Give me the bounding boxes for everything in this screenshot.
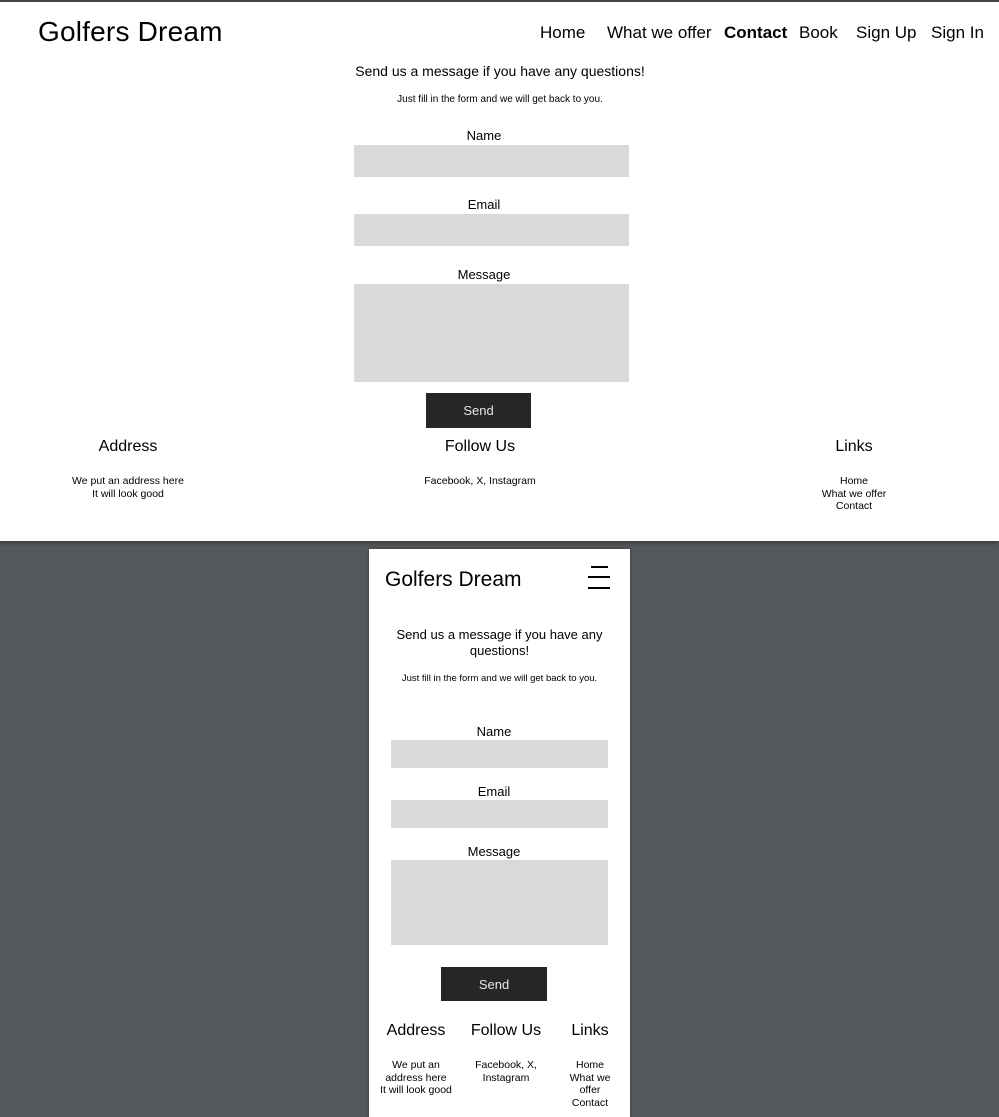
mobile-footer-address: We put an address here It will look good [371, 1059, 461, 1097]
desktop-frame: Golfers Dream Home What we offer Contact… [0, 0, 999, 541]
email-input[interactable] [354, 214, 629, 246]
footer-link-contact[interactable]: Contact [784, 500, 924, 513]
mobile-footer-link-what-we-offer[interactable]: offer [560, 1084, 620, 1097]
nav-what-we-offer[interactable]: What we offer [607, 23, 712, 43]
mobile-social-line[interactable]: Facebook, X, [466, 1059, 546, 1072]
mobile-message-label: Message [467, 844, 521, 859]
footer-link-home[interactable]: Home [784, 475, 924, 488]
mobile-contact-heading: Send us a message if you have any questi… [396, 627, 603, 658]
message-label: Message [457, 267, 511, 282]
mobile-footer-link-home[interactable]: Home [560, 1059, 620, 1072]
footer-address: We put an address here It will look good [38, 475, 218, 500]
footer-follow-title: Follow Us [444, 438, 516, 455]
mobile-footer-follow-title: Follow Us [470, 1022, 542, 1039]
mobile-frame: Golfers Dream Send us a message if you h… [369, 549, 630, 1117]
hamburger-line [588, 587, 610, 589]
footer-address-line: We put an address here [72, 475, 184, 487]
hamburger-line [591, 566, 608, 568]
mobile-brand-logo[interactable]: Golfers Dream [385, 568, 522, 592]
mobile-email-label: Email [477, 784, 511, 799]
message-textarea[interactable] [354, 284, 629, 382]
footer-links-title: Links [835, 438, 873, 455]
contact-subheading: Just fill in the form and we will get ba… [397, 94, 603, 105]
footer-address-line: It will look good [92, 487, 164, 500]
email-label: Email [467, 197, 501, 212]
mobile-footer-links-title: Links [571, 1022, 609, 1039]
name-input[interactable] [354, 145, 629, 177]
mobile-contact-subheading: Just fill in the form and we will get ba… [401, 673, 598, 684]
nav-sign-in[interactable]: Sign In [931, 23, 984, 43]
mobile-footer-link-what-we-offer[interactable]: What we [560, 1072, 620, 1085]
mobile-footer-address-line: It will look good [380, 1084, 452, 1096]
mobile-social-line[interactable]: Instagram [466, 1072, 546, 1085]
nav-home[interactable]: Home [540, 23, 585, 43]
mobile-footer-link-contact[interactable]: Contact [560, 1097, 620, 1110]
footer-address-title: Address [98, 438, 158, 455]
footer-social-links[interactable]: Facebook, X, Instagram [380, 475, 580, 488]
nav-book[interactable]: Book [799, 23, 838, 43]
hamburger-line [588, 576, 610, 578]
mobile-name-label: Name [476, 724, 512, 739]
mobile-email-input[interactable] [391, 800, 608, 828]
mobile-message-textarea[interactable] [391, 860, 608, 945]
hamburger-menu-icon[interactable] [588, 564, 610, 592]
mobile-name-input[interactable] [391, 740, 608, 768]
mobile-footer-address-line: We put an [392, 1059, 440, 1071]
mobile-footer-social-links[interactable]: Facebook, X, Instagram [466, 1059, 546, 1084]
mobile-footer-links: Home What we offer Contact [560, 1059, 620, 1109]
brand-logo[interactable]: Golfers Dream [38, 16, 223, 48]
footer-links: Home What we offer Contact [784, 475, 924, 513]
name-label: Name [466, 128, 502, 143]
mobile-send-button[interactable]: Send [441, 967, 547, 1001]
footer-link-what-we-offer[interactable]: What we offer [784, 488, 924, 501]
nav-contact[interactable]: Contact [724, 23, 787, 43]
send-button[interactable]: Send [426, 393, 531, 428]
contact-heading: Send us a message if you have any questi… [355, 63, 645, 79]
mobile-footer-address-title: Address [386, 1022, 446, 1039]
nav-sign-up[interactable]: Sign Up [856, 23, 916, 43]
mobile-footer-address-line: address here [385, 1071, 447, 1084]
